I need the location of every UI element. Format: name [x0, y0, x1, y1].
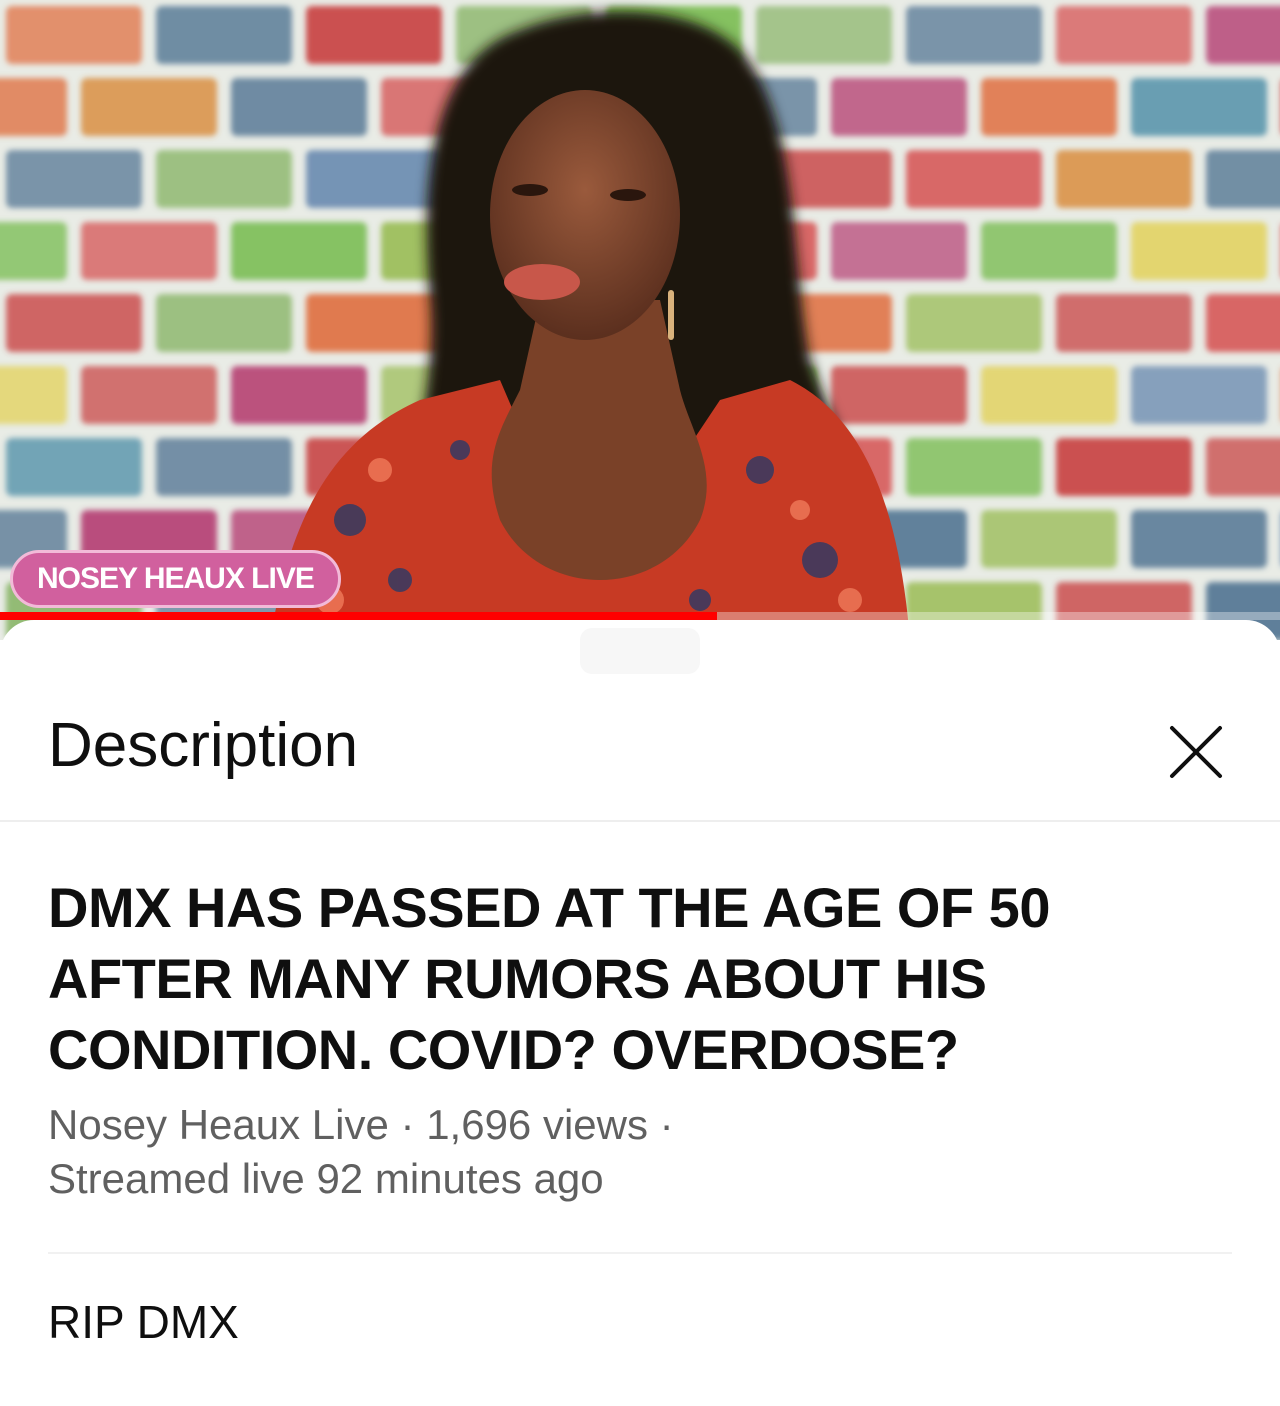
wall-brick: [156, 438, 292, 496]
wall-brick: [906, 6, 1042, 64]
stream-time: Streamed live 92 minutes ago: [48, 1155, 604, 1202]
drag-handle[interactable]: [580, 628, 700, 674]
wall-brick: [231, 222, 367, 280]
wall-brick: [831, 78, 967, 136]
wall-brick: [6, 294, 142, 352]
wall-brick: [81, 78, 217, 136]
wall-brick: [906, 438, 1042, 496]
wall-brick: [6, 150, 142, 208]
channel-name[interactable]: Nosey Heaux Live: [48, 1101, 389, 1148]
progress-fill: [0, 612, 717, 620]
wall-brick: [0, 222, 67, 280]
channel-tag: NOSEY HEAUX LIVE: [10, 550, 341, 608]
wall-brick: [1056, 294, 1192, 352]
wall-brick: [981, 222, 1117, 280]
wall-brick: [306, 150, 442, 208]
wall-brick: [1131, 510, 1267, 568]
wall-brick: [981, 510, 1117, 568]
wall-brick: [156, 294, 292, 352]
wall-brick: [231, 366, 367, 424]
wall-brick: [756, 6, 892, 64]
progress-bar[interactable]: [0, 612, 1280, 620]
description-sheet: Description DMX HAS PASSED AT THE AGE OF…: [0, 620, 1280, 1406]
wall-brick: [6, 6, 142, 64]
wall-brick: [81, 222, 217, 280]
wall-brick: [1206, 150, 1280, 208]
close-icon: [1170, 726, 1222, 778]
wall-brick: [1206, 6, 1280, 64]
sheet-title: Description: [48, 711, 359, 780]
meta-separator: ·: [659, 1101, 674, 1148]
wall-brick: [981, 366, 1117, 424]
wall-brick: [831, 366, 967, 424]
wall-brick: [231, 78, 367, 136]
wall-brick: [6, 438, 142, 496]
wall-brick: [1206, 294, 1280, 352]
video-frame: [0, 0, 1280, 640]
body-divider: [48, 1252, 1232, 1254]
wall-brick: [1131, 366, 1267, 424]
wall-brick: [906, 294, 1042, 352]
description-text: RIP DMX: [48, 1296, 239, 1348]
header-divider: [0, 820, 1280, 822]
wall-brick: [306, 294, 442, 352]
wall-brick: [981, 78, 1117, 136]
wall-brick: [1056, 438, 1192, 496]
video-player[interactable]: NOSEY HEAUX LIVE: [0, 0, 1280, 640]
wall-brick: [156, 150, 292, 208]
wall-brick: [0, 366, 67, 424]
wall-brick: [306, 6, 442, 64]
wall-brick: [81, 366, 217, 424]
meta-separator: ·: [400, 1101, 415, 1148]
wall-brick: [1206, 438, 1280, 496]
wall-brick: [1056, 6, 1192, 64]
view-count: 1,696 views: [426, 1101, 648, 1148]
close-button[interactable]: [1160, 716, 1232, 788]
wall-brick: [0, 78, 67, 136]
wall-brick: [1131, 222, 1267, 280]
wall-brick: [906, 150, 1042, 208]
video-title: DMX HAS PASSED AT THE AGE OF 50 AFTER MA…: [48, 876, 1050, 1081]
video-metadata: Nosey Heaux Live · 1,696 views · Streame…: [48, 1098, 1228, 1206]
wall-brick: [1056, 150, 1192, 208]
wall-brick: [1131, 78, 1267, 136]
wall-brick: [831, 222, 967, 280]
wall-brick: [156, 6, 292, 64]
